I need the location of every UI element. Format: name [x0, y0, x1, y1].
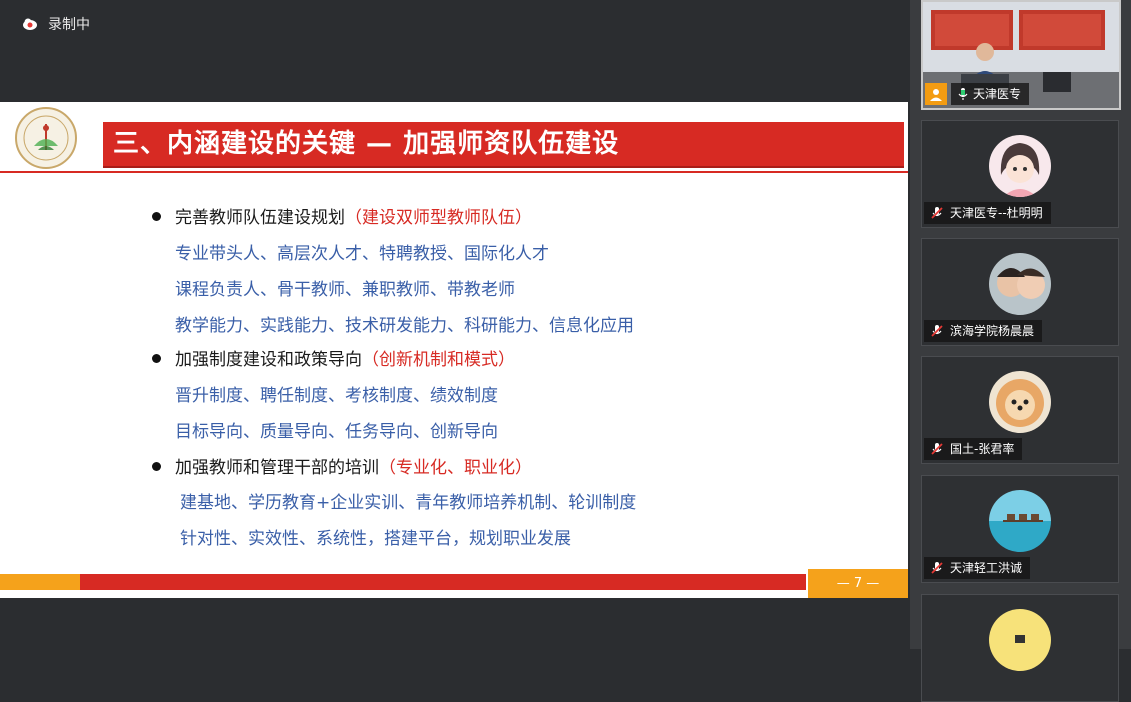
list-item: 专业带头人、高层次人才、特聘教授、国际化人才	[175, 244, 549, 264]
school-logo-icon	[15, 107, 77, 169]
section-heading-text: 加强制度建设和政策导向	[175, 350, 362, 370]
page-number: — 7 —	[808, 569, 908, 598]
footer-stripe-red	[80, 574, 806, 590]
participant-name-tag: 天津医专--杜明明	[924, 202, 1051, 224]
list-item: 目标导向、质量导向、任务导向、创新导向	[175, 422, 498, 442]
participant-avatar	[989, 371, 1051, 433]
title-divider	[0, 171, 908, 173]
bullet-icon	[152, 353, 161, 363]
list-item: 建基地、学历教育+企业实训、青年教师培养机制、轮训制度	[180, 493, 637, 513]
participant-avatar	[989, 490, 1051, 552]
participant-avatar	[989, 253, 1051, 315]
participant-tile[interactable]: 滨海学院杨晨晨	[921, 238, 1119, 346]
participant-name-tag: 天津医专	[925, 83, 1030, 105]
section-heading-text: 完善教师队伍建设规划	[175, 208, 345, 228]
user-icon	[925, 83, 947, 105]
bullet-icon	[152, 211, 161, 221]
participant-name: 天津医专	[973, 87, 1022, 101]
recording-indicator[interactable]: 录制中	[22, 14, 90, 34]
footer-stripe-orange	[0, 574, 80, 590]
meeting-top-bar: 录制中	[0, 0, 910, 102]
shared-slide: 三、内涵建设的关键 — 加强师资队伍建设 完善教师队伍建设规划（建设双师型教师队…	[0, 102, 908, 598]
bullet-icon	[152, 461, 161, 471]
section-heading: 完善教师队伍建设规划（建设双师型教师队伍）	[152, 203, 532, 228]
slide-title-bar: 三、内涵建设的关键 — 加强师资队伍建设	[103, 122, 904, 166]
recording-label: 录制中	[48, 17, 90, 33]
section-heading: 加强制度建设和政策导向（创新机制和模式）	[152, 345, 515, 370]
list-item: 针对性、实效性、系统性，搭建平台，规划职业发展	[180, 529, 571, 549]
participant-name-tag: 天津轻工洪诚	[924, 557, 1031, 579]
bottom-area	[0, 598, 910, 649]
section-highlight: （建设双师型教师队伍）	[345, 208, 532, 228]
participant-name: 天津轻工洪诚	[950, 561, 1023, 575]
list-item: 教学能力、实践能力、技术研发能力、科研能力、信息化应用	[175, 316, 634, 336]
participant-avatar	[989, 135, 1051, 197]
cloud-record-icon	[23, 18, 37, 30]
section-highlight: （专业化、职业化）	[379, 458, 532, 478]
section-highlight: （创新机制和模式）	[362, 350, 515, 370]
mic-muted-icon	[931, 207, 943, 219]
list-item: 课程负责人、骨干教师、兼职教师、带教老师	[175, 280, 515, 300]
participant-name-tag: 滨海学院杨晨晨	[924, 320, 1043, 342]
microphone-icon	[958, 88, 968, 100]
participant-tile-video[interactable]: 天津医专	[921, 0, 1121, 110]
list-item: 晋升制度、聘任制度、考核制度、绩效制度	[175, 386, 498, 406]
participant-name: 天津医专--杜明明	[950, 206, 1043, 220]
slide-title: 三、内涵建设的关键 — 加强师资队伍建设	[113, 129, 620, 159]
participant-avatar	[989, 609, 1051, 671]
section-heading-text: 加强教师和管理干部的培训	[175, 458, 379, 478]
participant-name: 滨海学院杨晨晨	[950, 324, 1035, 338]
mic-muted-icon	[931, 562, 943, 574]
participant-name: 国土-张君率	[950, 442, 1015, 456]
participant-panel[interactable]: 天津医专 天津医专--杜明明 滨海学院杨晨晨 国土-张君率 天津轻工洪诚	[910, 0, 1131, 702]
participant-tile[interactable]: 国土-张君率	[921, 356, 1119, 464]
participant-name-label: 天津医专	[951, 83, 1030, 105]
mic-muted-icon	[931, 443, 943, 455]
participant-tile[interactable]: 天津医专--杜明明	[921, 120, 1119, 228]
participant-tile[interactable]: 天津轻工洪诚	[921, 475, 1119, 583]
section-heading: 加强教师和管理干部的培训（专业化、职业化）	[152, 453, 532, 478]
participant-name-tag: 国土-张君率	[924, 438, 1023, 460]
participant-tile[interactable]	[921, 594, 1119, 702]
mic-muted-icon	[931, 325, 943, 337]
